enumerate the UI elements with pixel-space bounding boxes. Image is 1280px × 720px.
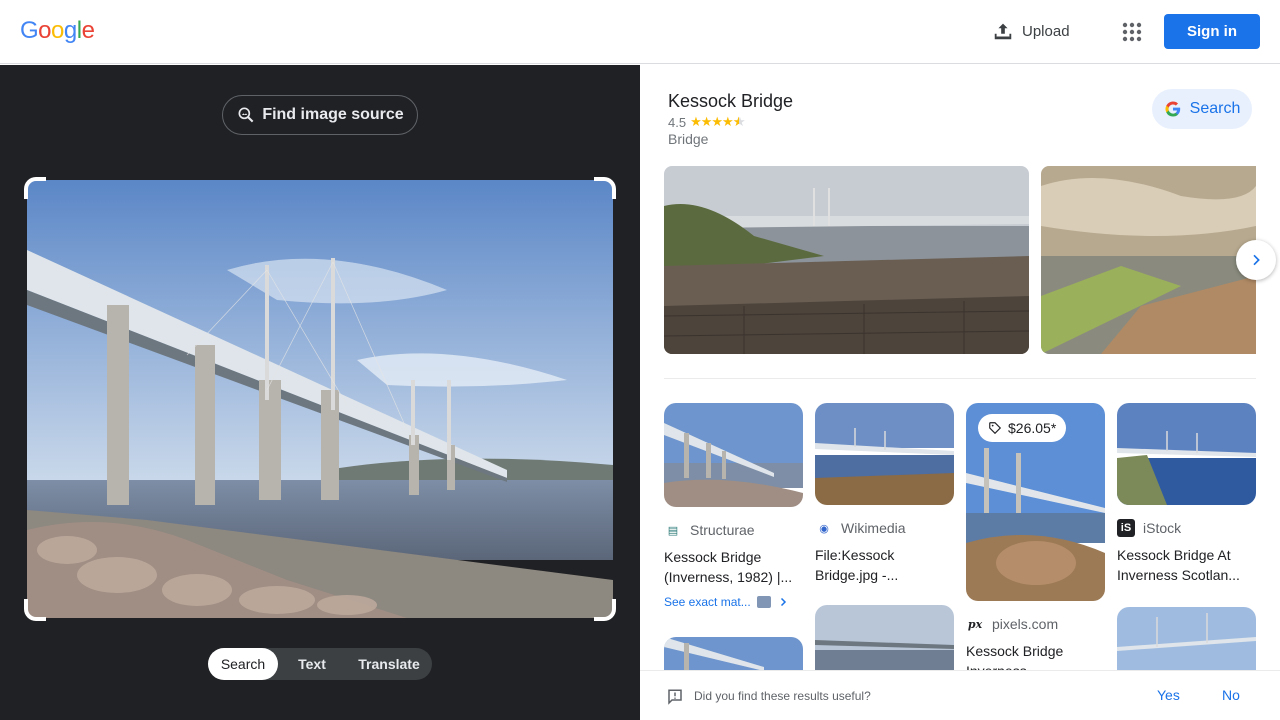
see-exact-matches-link[interactable]: See exact mat... [664,595,803,609]
result-source: px pixels.com [966,615,1105,633]
query-image-panel: Find image source Search Text Translate [0,65,640,720]
feedback-no-button[interactable]: No [1222,687,1240,703]
section-divider [664,378,1256,379]
result-source: iS iStock [1117,519,1256,537]
crop-selection[interactable] [24,177,616,621]
result-source-name: Wikimedia [841,520,906,536]
crop-handle-bottom-left[interactable] [24,599,46,621]
entity-rating: 4.5 ★★★★★★ [668,114,745,130]
result-thumbnail[interactable] [1117,403,1256,505]
feedback-icon [668,689,682,705]
top-bar: Google Upload Sign in [0,0,1280,64]
query-image [27,180,613,618]
rating-value: 4.5 [668,114,687,130]
result-source-name: iStock [1143,520,1182,536]
result-thumbnail[interactable] [664,403,803,507]
result-source: ▤ Structurae [664,521,803,539]
result-source-name: Structurae [690,522,755,538]
logo-letter: o [51,17,64,44]
google-g-icon [1165,101,1180,117]
image-search-icon [238,107,254,123]
logo-letter: o [38,17,52,44]
price-badge: $26.05* [978,414,1067,442]
result-thumbnail[interactable] [1117,607,1256,670]
entity-search-button[interactable]: Search [1152,89,1252,129]
entity-type: Bridge [668,131,709,147]
crop-handle-top-right[interactable] [594,177,616,199]
result-card[interactable] [815,605,954,670]
rating-stars-icon: ★★★★★★ [690,114,745,129]
logo-letter: G [20,17,39,44]
results-panel: Kessock Bridge 4.5 ★★★★★★ Bridge Search [640,65,1280,720]
exact-match-thumbnail-icon [756,596,771,608]
upload-button[interactable]: Upload [992,20,1070,42]
google-logo[interactable]: Google [20,17,95,45]
feedback-bar: Did you find these results useful? Yes N… [640,670,1280,720]
result-card[interactable]: ▤ Structurae Kessock Bridge (Inverness, … [664,403,803,609]
entity-search-label: Search [1189,100,1241,117]
chevron-right-icon [780,597,786,607]
feedback-yes-button[interactable]: Yes [1157,687,1180,703]
result-source-name: pixels.com [992,616,1059,632]
price-tag-icon [989,422,1002,435]
result-source: ◉ Wikimedia [815,519,954,537]
result-thumbnail[interactable] [815,403,954,505]
mode-translate-tab[interactable]: Translate [346,648,432,680]
istock-icon: iS [1117,519,1135,537]
result-title[interactable]: Kessock Bridge (Inverness, 1982) |... [664,547,803,587]
result-title[interactable]: File:Kessock Bridge.jpg -... [815,545,954,585]
feedback-question: Did you find these results useful? [694,689,871,703]
result-thumbnail[interactable] [815,605,954,670]
see-exact-matches-label: See exact mat... [664,595,751,609]
result-card[interactable] [1117,607,1256,670]
upload-icon [994,23,1012,40]
crop-handle-top-left[interactable] [24,177,46,199]
sign-in-button[interactable]: Sign in [1164,14,1260,49]
logo-letter: e [81,17,95,44]
logo-letter: g [63,17,77,44]
result-card[interactable]: ◉ Wikimedia File:Kessock Bridge.jpg -... [815,403,954,585]
crop-handle-bottom-right[interactable] [594,599,616,621]
search-mode-switcher: Search Text Translate [208,648,432,680]
find-image-source-button[interactable]: Find image source [222,95,418,135]
wikimedia-icon: ◉ [819,522,829,535]
upload-label: Upload [1022,22,1070,40]
result-card[interactable]: $26.05* px pixels.com Kessock Bridge Inv… [966,403,1105,681]
next-images-button[interactable] [1236,240,1276,280]
result-thumbnail[interactable]: $26.05* [966,403,1105,601]
mode-text-tab[interactable]: Text [278,648,346,680]
apps-grid-icon[interactable] [1120,20,1144,44]
result-title[interactable]: Kessock Bridge At Inverness Scotlan... [1117,545,1256,585]
entity-image[interactable] [1041,166,1256,354]
chevron-right-icon [1253,254,1260,266]
price-value: $26.05* [1008,420,1057,436]
mode-search-tab[interactable]: Search [208,648,278,680]
entity-image[interactable] [664,166,1029,354]
pixels-icon: px [967,617,983,631]
find-image-source-label: Find image source [262,106,404,123]
entity-title[interactable]: Kessock Bridge [668,91,793,112]
result-card[interactable]: iS iStock Kessock Bridge At Inverness Sc… [1117,403,1256,585]
structurae-icon: ▤ [667,524,679,537]
